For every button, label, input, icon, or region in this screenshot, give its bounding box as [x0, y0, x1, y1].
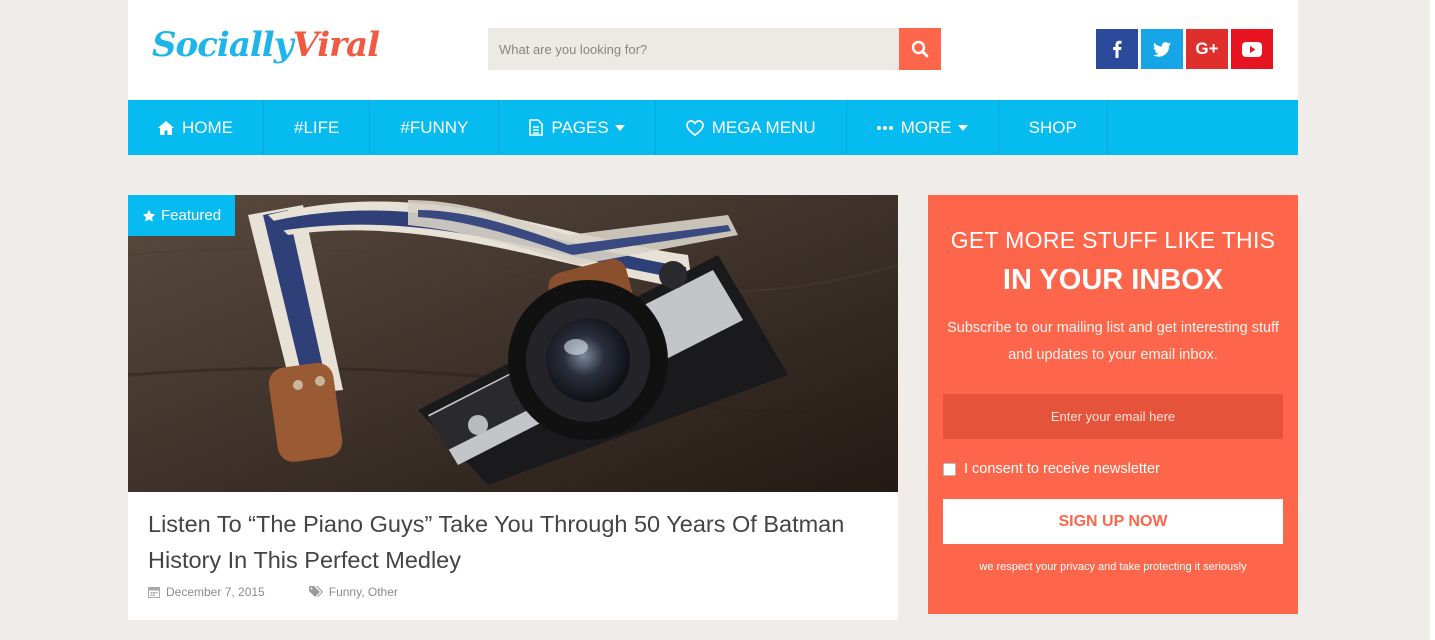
nav-item-life[interactable]: #LIFE — [264, 100, 371, 155]
facebook-icon — [1113, 40, 1122, 58]
post-meta: December 7, 2015 Funny, Other — [148, 585, 398, 599]
nav-item-shop[interactable]: SHOP — [999, 100, 1108, 155]
star-icon — [142, 209, 156, 222]
nav-item-mega-menu[interactable]: MEGA MENU — [656, 100, 847, 155]
nav-item-label: #LIFE — [294, 117, 340, 137]
twitter-button[interactable] — [1141, 29, 1183, 69]
ellipsis-icon — [876, 125, 893, 130]
featured-badge[interactable]: Featured — [128, 195, 236, 236]
nav-item-label: SHOP — [1028, 117, 1077, 137]
nav-item-pages[interactable]: PAGES — [499, 100, 656, 155]
newsletter-description: Subscribe to our mailing list and get in… — [947, 320, 1279, 363]
post-date-text: December 7, 2015 — [166, 585, 265, 599]
camera-photo — [128, 195, 898, 492]
newsletter-widget: GET MORE STUFF LIKE THIS IN YOUR INBOX S… — [928, 195, 1298, 614]
search-input[interactable] — [488, 28, 899, 70]
post-date: December 7, 2015 — [148, 585, 265, 599]
nav-item-label: MEGA MENU — [711, 117, 816, 137]
post-categories: Funny, Other — [308, 585, 398, 599]
page-container: SociallyViral G+ — [128, 0, 1298, 620]
featured-post-card: Featured Listen To “The Piano Guys” Take… — [128, 195, 898, 620]
calendar-icon — [148, 587, 160, 598]
featured-badge-label: Featured — [161, 207, 222, 224]
featured-image[interactable] — [128, 195, 898, 492]
nav-item-label: MORE — [900, 117, 952, 137]
logo-part-2: Viral — [292, 25, 380, 65]
site-logo[interactable]: SociallyViral — [152, 22, 380, 68]
privacy-note: we respect your privacy and take protect… — [979, 561, 1247, 573]
youtube-button[interactable] — [1231, 29, 1273, 69]
site-header: SociallyViral G+ — [128, 0, 1298, 100]
nav-item-more[interactable]: MORE — [847, 100, 999, 155]
post-title[interactable]: Listen To “The Piano Guys” Take You Thro… — [148, 506, 878, 578]
google-plus-button[interactable]: G+ — [1186, 29, 1228, 69]
nav-item-label: HOME — [182, 117, 233, 137]
chevron-down-icon — [957, 124, 968, 131]
youtube-icon — [1242, 41, 1262, 57]
social-links: G+ — [1096, 29, 1273, 69]
right-edge-strip — [1430, 0, 1435, 640]
tags-icon — [308, 586, 323, 597]
heart-icon — [685, 119, 704, 136]
facebook-button[interactable] — [1096, 29, 1138, 69]
category-separator: , — [361, 585, 368, 599]
logo-part-1: Socially — [152, 25, 293, 65]
search-button[interactable] — [899, 28, 941, 70]
consent-row: I consent to receive newsletter — [943, 461, 1298, 477]
chevron-down-icon — [614, 124, 625, 131]
signup-button[interactable]: SIGN UP NOW — [943, 499, 1283, 544]
search-bar — [488, 28, 941, 70]
consent-label: I consent to receive newsletter — [964, 461, 1160, 477]
nav-item-home[interactable]: HOME — [128, 100, 264, 155]
document-icon — [529, 119, 544, 136]
nav-item-funny[interactable]: #FUNNY — [370, 100, 500, 155]
twitter-icon — [1153, 41, 1171, 57]
email-field[interactable] — [943, 394, 1283, 439]
newsletter-subheading: IN YOUR INBOX — [1002, 264, 1224, 296]
google-plus-icon: G+ — [1195, 39, 1219, 58]
newsletter-heading: GET MORE STUFF LIKE THIS — [950, 227, 1276, 253]
home-icon — [158, 120, 174, 135]
nav-item-label: PAGES — [551, 117, 609, 137]
consent-checkbox[interactable] — [943, 462, 956, 476]
nav-item-label: #FUNNY — [400, 117, 469, 137]
category-link[interactable]: Funny — [329, 585, 361, 599]
search-icon — [911, 40, 929, 58]
main-nav: HOME #LIFE #FUNNY PAGES MEGA MENU MORE S… — [128, 100, 1298, 155]
category-link[interactable]: Other — [368, 585, 398, 599]
